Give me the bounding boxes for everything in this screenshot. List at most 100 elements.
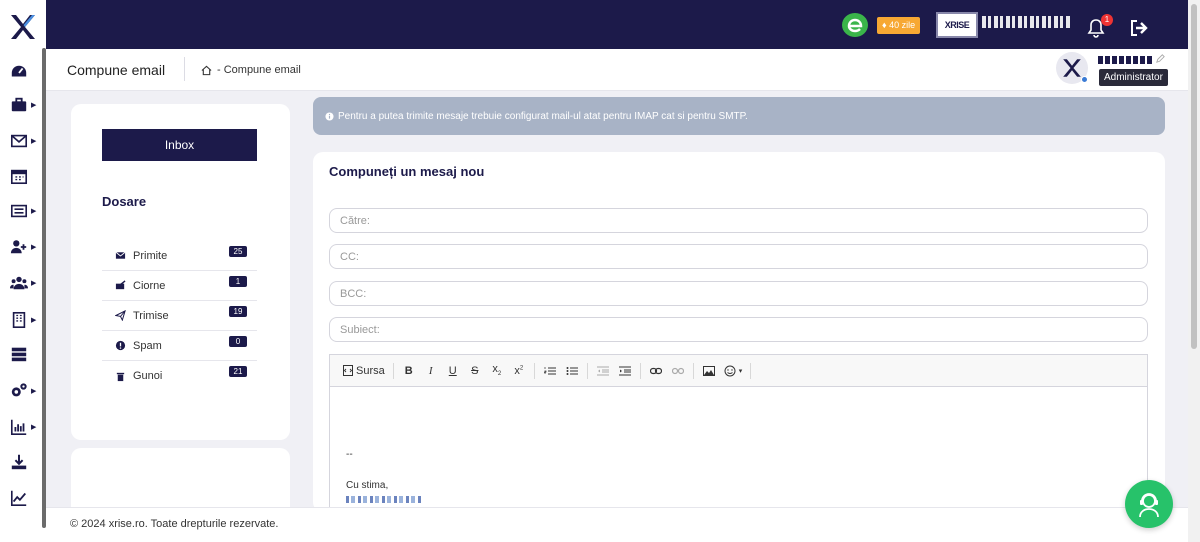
top-navbar: ♦ 40 zile XRISE 1 — [46, 0, 1188, 49]
page-scrollbar-thumb[interactable] — [1191, 4, 1197, 349]
numbered-list-button[interactable] — [540, 361, 560, 381]
image-icon — [702, 365, 715, 376]
sidebar-item-portfolio[interactable]: ▶ — [10, 94, 40, 116]
sidebar-item-servers[interactable] — [10, 343, 40, 365]
folder-count-badge: 21 — [229, 366, 247, 377]
download-icon — [11, 454, 27, 470]
app-logo-icon[interactable] — [8, 12, 38, 42]
bold-button[interactable]: B — [399, 361, 419, 381]
gears-icon — [11, 383, 27, 397]
bar-chart-icon — [10, 419, 27, 436]
alert-text: Pentru a putea trimite mesaje trebuie co… — [338, 110, 748, 122]
subscript-button[interactable]: x2 — [487, 361, 507, 381]
superscript-button[interactable]: x2 — [509, 361, 529, 381]
folder-count-badge: 0 — [229, 336, 247, 347]
sidebar-item-dashboard[interactable] — [10, 61, 40, 83]
e-factura-logo-icon[interactable] — [841, 12, 869, 38]
emoji-button[interactable]: ▾ — [721, 361, 746, 381]
unlink-icon — [671, 367, 684, 374]
source-icon — [343, 365, 353, 376]
chevron-right-icon: ▶ — [31, 208, 37, 215]
info-icon — [325, 111, 334, 121]
outdent-icon — [596, 366, 609, 375]
underline-icon: U — [448, 364, 457, 377]
folders-panel: Inbox Dosare Primite 25 Ciorne 1 Trimise… — [71, 104, 290, 440]
chevron-right-icon: ▶ — [31, 138, 37, 145]
folders-heading: Dosare — [102, 194, 147, 209]
chevron-right-icon: ▶ — [31, 388, 37, 395]
underline-button[interactable]: U — [443, 361, 463, 381]
folder-list: Primite 25 Ciorne 1 Trimise 19 Spam 0 Gu… — [102, 241, 257, 391]
support-chat-button[interactable] — [1125, 480, 1173, 528]
editor-toolbar: Sursa B I U S x2 x2 ▾ — [330, 355, 1147, 387]
folder-item-primite[interactable]: Primite 25 — [102, 241, 257, 271]
subject-field[interactable] — [329, 317, 1148, 342]
chevron-right-icon: ▶ — [31, 424, 37, 431]
sidebar-item-downloads[interactable] — [10, 451, 40, 473]
toolbar-separator — [392, 362, 394, 379]
breadcrumb-current: - Compune email — [217, 64, 301, 76]
outdent-button[interactable] — [593, 361, 613, 381]
folder-label: Trimise — [133, 309, 169, 322]
line-chart-icon — [10, 490, 27, 507]
config-alert: Pentru a putea trimite mesaje trebuie co… — [313, 97, 1165, 135]
sidebar-item-reports[interactable]: ▶ — [10, 416, 40, 438]
avatar[interactable] — [1056, 52, 1088, 84]
link-button[interactable] — [646, 361, 666, 381]
list-icon — [10, 204, 28, 218]
dashboard-icon — [11, 65, 27, 77]
image-button[interactable] — [699, 361, 719, 381]
italic-button[interactable]: I — [421, 361, 441, 381]
numbered-list-icon — [543, 366, 556, 374]
sidebar-item-email[interactable]: ▶ — [10, 130, 40, 152]
inbox-button[interactable]: Inbox — [102, 129, 257, 161]
indent-button[interactable] — [615, 361, 635, 381]
breadcrumb-divider — [184, 57, 185, 81]
page-scrollbar[interactable] — [1188, 0, 1200, 542]
sidebar-item-add-user[interactable]: ▶ — [10, 236, 40, 258]
building-icon — [12, 311, 26, 329]
unlink-button[interactable] — [668, 361, 688, 381]
page-title: Compune email — [67, 62, 166, 78]
cc-field[interactable] — [329, 244, 1148, 269]
folder-item-ciorne[interactable]: Ciorne 1 — [102, 271, 257, 301]
to-field[interactable] — [329, 208, 1148, 233]
sidebar: ▶ ▶ ▶ ▶ ▶ ▶ ▶ ▶ — [0, 0, 46, 542]
chevron-down-icon: ▾ — [738, 367, 743, 375]
sidebar-item-buildings[interactable]: ▶ — [10, 309, 40, 331]
chevron-right-icon: ▶ — [31, 244, 37, 251]
strikethrough-icon: S — [471, 364, 479, 377]
sidebar-item-calendar[interactable] — [10, 165, 40, 187]
paper-plane-icon — [115, 310, 126, 321]
company-logo[interactable]: XRISE — [936, 12, 978, 38]
source-label: Sursa — [356, 364, 385, 377]
signature-name-redacted — [346, 496, 421, 503]
sidebar-item-users[interactable]: ▶ — [10, 272, 40, 294]
bcc-field[interactable] — [329, 281, 1148, 306]
sidebar-scrollbar[interactable] — [42, 48, 46, 528]
envelope-icon — [115, 251, 126, 259]
users-icon — [10, 276, 28, 290]
chevron-right-icon: ▶ — [31, 280, 37, 287]
folder-item-gunoi[interactable]: Gunoi 21 — [102, 361, 257, 391]
folder-item-trimise[interactable]: Trimise 19 — [102, 301, 257, 331]
sidebar-item-settings[interactable]: ▶ — [10, 380, 40, 402]
briefcase-icon — [11, 97, 27, 112]
bulleted-list-button[interactable] — [562, 361, 582, 381]
home-icon[interactable] — [201, 65, 212, 76]
sidebar-item-statistics[interactable] — [10, 487, 40, 509]
sidebar-item-lists[interactable]: ▶ — [10, 200, 40, 222]
folder-item-spam[interactable]: Spam 0 — [102, 331, 257, 361]
trial-days-badge[interactable]: ♦ 40 zile — [877, 17, 921, 34]
notification-count-badge: 1 — [1101, 14, 1113, 26]
smiley-icon — [724, 365, 736, 376]
source-button[interactable]: Sursa — [340, 361, 388, 381]
compose-title: Compuneți un mesaj nou — [329, 164, 485, 179]
bold-icon: B — [404, 364, 413, 377]
edit-icon[interactable] — [1155, 53, 1166, 64]
company-logo-text: XRISE — [944, 20, 970, 30]
editor-content[interactable]: -- Cu stima, — [330, 449, 1147, 503]
strikethrough-button[interactable]: S — [465, 361, 485, 381]
logout-icon[interactable] — [1129, 19, 1149, 37]
user-role-badge: Administrator — [1099, 69, 1168, 86]
